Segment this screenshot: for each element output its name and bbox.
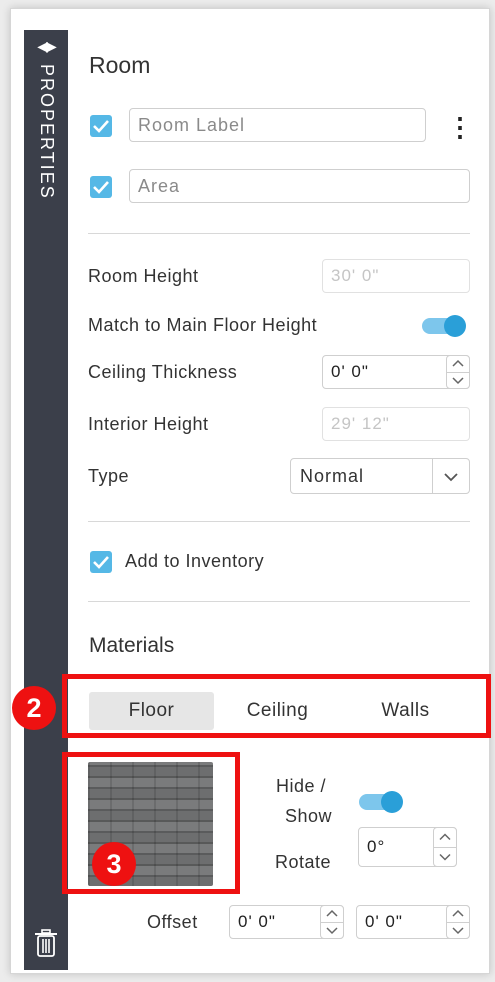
room-height-field: 30' 0" bbox=[322, 259, 470, 293]
checkmark-icon bbox=[93, 556, 109, 569]
toggle-knob bbox=[381, 791, 403, 813]
ceiling-thickness-stepper[interactable] bbox=[446, 355, 470, 389]
chevron-up-icon[interactable] bbox=[447, 356, 469, 373]
chevron-down-icon[interactable] bbox=[434, 847, 456, 866]
area-input[interactable]: Area bbox=[129, 169, 470, 203]
chevron-down-icon[interactable] bbox=[447, 922, 469, 938]
tabs-highlight-box bbox=[62, 674, 491, 738]
add-to-inventory-checkbox[interactable] bbox=[90, 551, 112, 573]
rotate-stepper[interactable] bbox=[433, 827, 457, 867]
type-select[interactable]: Normal bbox=[290, 458, 470, 494]
section-title-room: Room bbox=[89, 52, 151, 78]
divider bbox=[88, 233, 470, 234]
offset-x-input[interactable]: 0' 0" bbox=[229, 905, 344, 939]
offset-y-input[interactable]: 0' 0" bbox=[356, 905, 470, 939]
annotation-badge-2: 2 bbox=[12, 686, 56, 730]
trash-icon[interactable] bbox=[33, 928, 59, 958]
chevron-down-icon[interactable] bbox=[447, 372, 469, 388]
hide-show-toggle[interactable] bbox=[359, 791, 403, 813]
offset-y-stepper[interactable] bbox=[446, 905, 470, 939]
match-floor-height-label: Match to Main Floor Height bbox=[88, 315, 318, 335]
section-title-materials: Materials bbox=[89, 634, 175, 657]
room-label-input[interactable]: Room Label bbox=[129, 108, 426, 142]
swatch-highlight-box bbox=[62, 752, 240, 894]
interior-height-label: Interior Height bbox=[88, 414, 209, 434]
chevron-up-icon[interactable] bbox=[447, 906, 469, 923]
rotate-label: Rotate bbox=[275, 852, 332, 872]
collapse-expand-arrows-icon[interactable]: ◀▶ bbox=[24, 38, 68, 55]
offset-y-value: 0' 0" bbox=[365, 912, 403, 931]
chevron-up-icon[interactable] bbox=[434, 828, 456, 848]
room-height-label: Room Height bbox=[88, 266, 199, 286]
rotate-input[interactable]: 0° bbox=[358, 827, 457, 867]
rotate-value: 0° bbox=[367, 837, 386, 856]
type-label: Type bbox=[88, 466, 130, 486]
chevron-up-icon[interactable] bbox=[321, 906, 343, 923]
divider bbox=[88, 521, 470, 522]
ceiling-thickness-label: Ceiling Thickness bbox=[88, 362, 238, 382]
offset-x-stepper[interactable] bbox=[320, 905, 344, 939]
match-floor-height-toggle[interactable] bbox=[422, 315, 466, 337]
offset-label: Offset bbox=[147, 912, 198, 932]
annotation-badge-3: 3 bbox=[92, 842, 136, 886]
checkmark-icon bbox=[93, 120, 109, 133]
room-label-checkbox[interactable] bbox=[90, 115, 112, 137]
vertical-ellipsis-icon[interactable]: ⋮ bbox=[447, 112, 473, 143]
hide-show-label-line1: Hide / bbox=[276, 776, 327, 796]
toggle-knob bbox=[444, 315, 466, 337]
checkmark-icon bbox=[93, 181, 109, 194]
type-select-value: Normal bbox=[300, 466, 365, 486]
rail-title: PROPERTIES bbox=[37, 64, 57, 200]
offset-x-value: 0' 0" bbox=[238, 912, 276, 931]
ceiling-thickness-value: 0' 0" bbox=[331, 362, 369, 381]
ceiling-thickness-input[interactable]: 0' 0" bbox=[322, 355, 470, 389]
hide-show-label-line2: Show bbox=[285, 806, 333, 826]
divider bbox=[88, 601, 470, 602]
type-select-arrow[interactable] bbox=[432, 459, 469, 493]
chevron-down-icon bbox=[444, 473, 458, 482]
interior-height-field: 29' 12" bbox=[322, 407, 470, 441]
chevron-down-icon[interactable] bbox=[321, 922, 343, 938]
area-checkbox[interactable] bbox=[90, 176, 112, 198]
add-to-inventory-label: Add to Inventory bbox=[125, 551, 265, 571]
